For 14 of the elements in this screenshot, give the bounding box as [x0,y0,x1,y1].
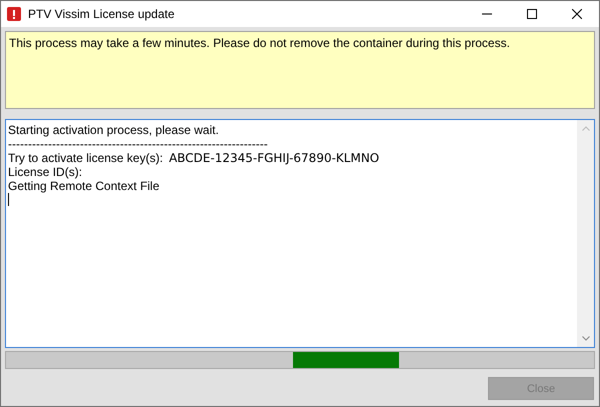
scrollbar[interactable] [577,120,594,347]
log-line: Starting activation process, please wait. [8,123,220,137]
maximize-icon[interactable] [526,9,536,19]
window-title: PTV Vissim License update [28,7,176,21]
log-line: Try to activate license key(s): [8,151,163,165]
log-line: ----------------------------------------------------------------- [8,137,269,151]
notice-message: This process may take a few minutes. Please do not remove the container during this process. [5,31,595,109]
log-line: Getting Remote Context File [8,179,160,193]
app-icon [7,7,21,21]
log-line: License ID(s): [8,165,84,179]
license-key: ABCDE-12345-FGHIJ-67890-KLMNO [168,151,380,165]
text-cursor [8,193,9,206]
close-icon[interactable] [572,9,582,19]
log-box[interactable] [5,119,595,348]
